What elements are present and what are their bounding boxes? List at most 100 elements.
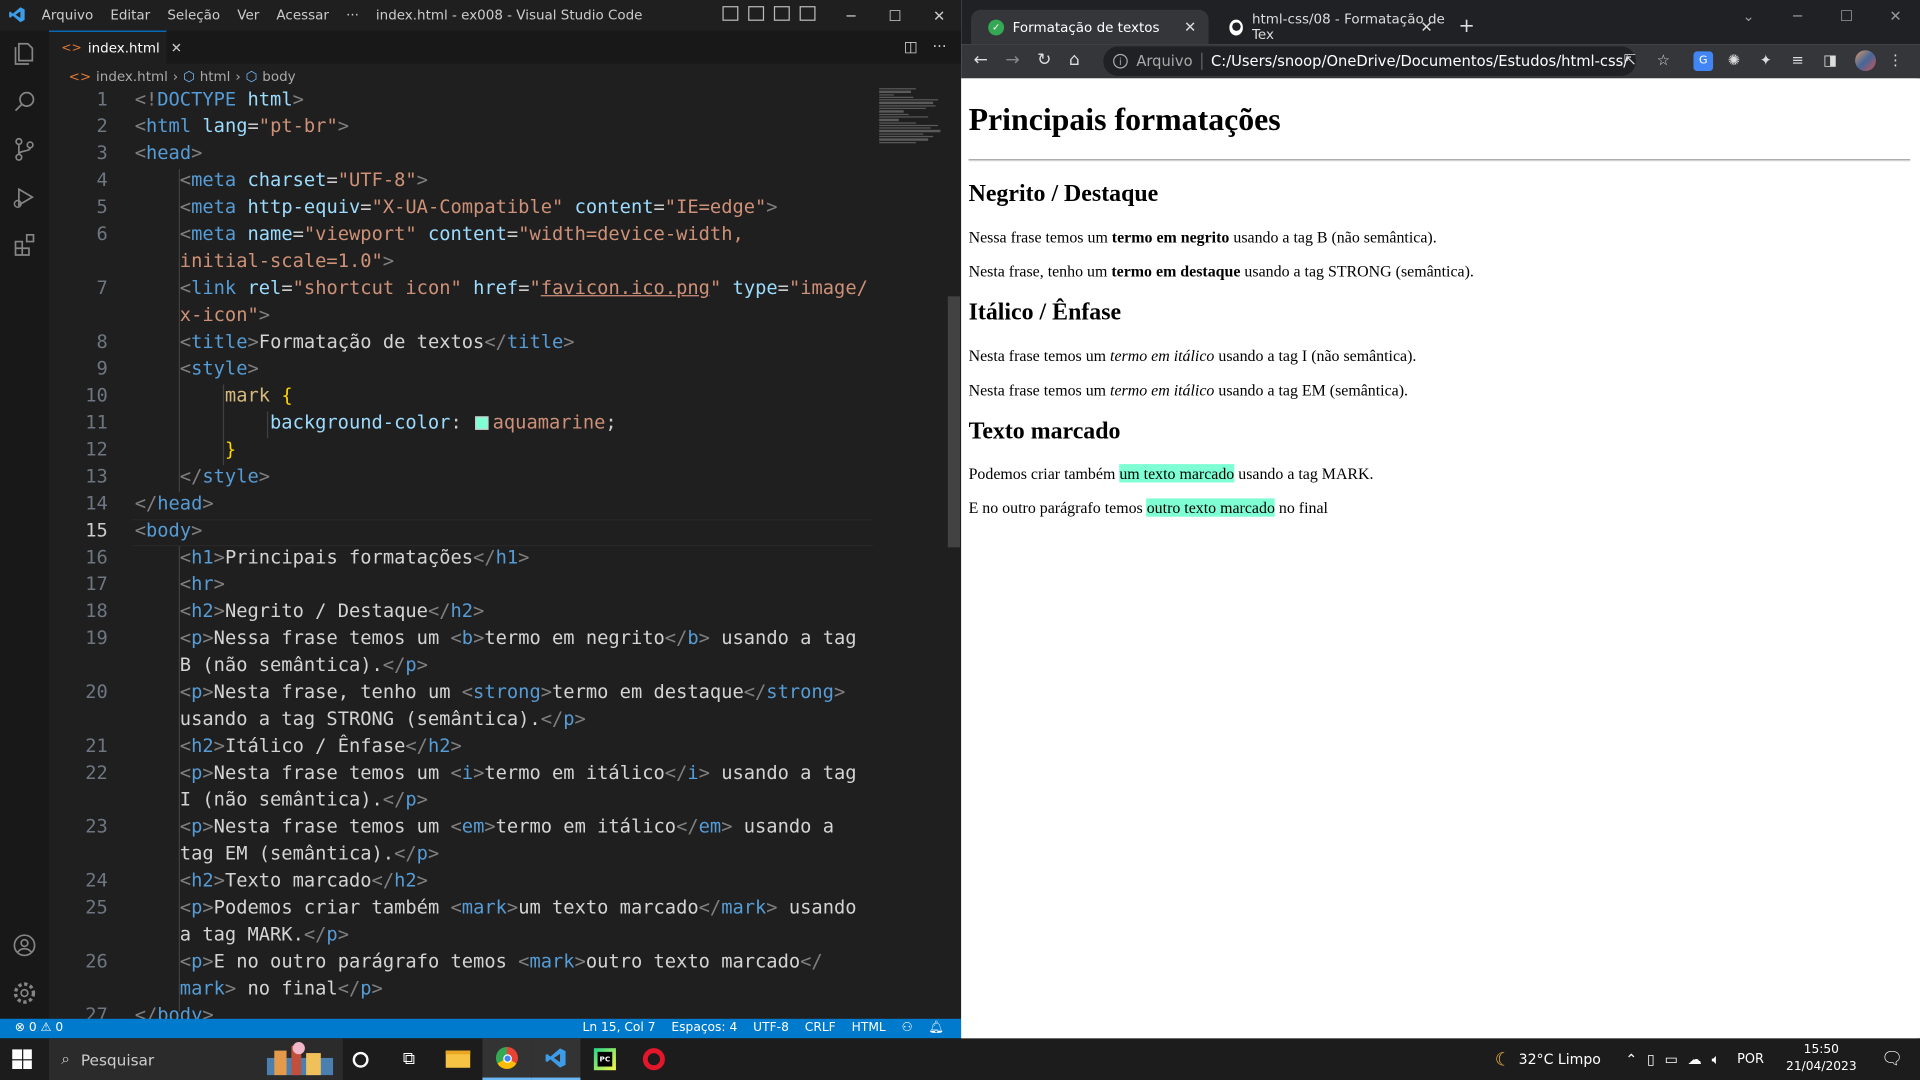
breadcrumb-file[interactable]: index.html [96,68,168,84]
customize-layout-icon[interactable] [799,6,816,21]
windows-start-icon[interactable] [12,1049,32,1069]
gear-icon[interactable] [11,980,38,1007]
browser-tab-active[interactable]: ✓ Formatação de textos ✕ [971,9,1209,45]
close-tab-icon[interactable]: ✕ [1420,18,1432,35]
address-url[interactable]: C:/Users/snoop/OneDrive/Documentos/Estud… [1211,53,1627,70]
extensions-puzzle-icon[interactable]: ✦ [1760,51,1772,68]
search-icon[interactable] [11,88,38,115]
split-editor-icon[interactable]: ◫ [904,38,918,55]
code-line: <html lang="pt-br"> [134,115,350,138]
line-number: 23 [85,815,108,838]
share-icon[interactable]: ⇱ [1624,51,1636,68]
menu-ver[interactable]: Ver [237,7,259,23]
code-editor[interactable]: 1 2 3 4 5 6 7 8 9 10 11 12 13 14 15 16 17 18 19 20 21 22 23 24 2… [48,88,962,1026]
menu-acessar[interactable]: Acessar [276,7,329,23]
close-button[interactable]: ✕ [917,0,961,31]
code-line: <p>Nesta frase, tenho um <strong>termo e… [179,680,846,703]
bell-icon[interactable]: 🔔︎ [929,1021,945,1034]
line-number: 10 [85,384,108,407]
weather-text[interactable]: 32°C Limpo [1519,1051,1601,1068]
tab-index-html[interactable]: <> index.html ✕ [48,30,182,64]
extensions-icon[interactable] [11,231,38,258]
vscode-menubar: Arquivo Editar Seleção Ver Acessar ··· [42,7,359,23]
activity-bar [0,30,49,1019]
paragraph-bold: Nessa frase temos um termo em negrito us… [969,228,1437,248]
new-tab-icon[interactable]: + [1458,13,1474,36]
forward-icon[interactable]: → [1005,50,1019,70]
menu-kebab-icon[interactable]: ⋮ [1888,51,1903,68]
menu-selecao[interactable]: Seleção [167,7,220,23]
clock[interactable]: 15:50 21/04/2023 [1786,1042,1857,1076]
minimize-button[interactable]: ─ [829,0,873,31]
notification-icon[interactable]: 🗨︎ [1881,1049,1903,1069]
scrollbar-thumb[interactable] [947,296,961,548]
cursor-position[interactable]: Ln 15, Col 7 [583,1021,656,1034]
indentation[interactable]: Espaços: 4 [671,1021,737,1034]
line-number: 3 [96,142,108,165]
onedrive-cloud-icon[interactable]: ☁ [1688,1051,1702,1068]
usb-icon[interactable]: ▯ [1647,1051,1655,1068]
editor-scrollbar[interactable] [947,88,962,1019]
maximize-button[interactable]: ☐ [873,0,917,31]
feedback-icon[interactable]: ⚇ [902,1021,913,1034]
code-line: </style> [179,465,271,488]
end-of-line[interactable]: CRLF [805,1021,836,1034]
encoding[interactable]: UTF-8 [753,1021,789,1034]
line-number: 2 [96,115,108,138]
color-swatch-icon[interactable] [475,416,489,430]
search-highlight-image[interactable] [260,1038,341,1080]
text: usando a tag EM (semântica). [1214,380,1409,400]
more-actions-icon[interactable]: ··· [933,38,947,55]
city-illustration-icon [266,1042,334,1076]
run-debug-icon[interactable] [11,184,38,211]
info-icon[interactable]: i [1113,53,1128,69]
settings-extension-icon[interactable]: ✺ [1728,51,1740,68]
close-tab-icon[interactable]: ✕ [1184,18,1196,35]
browser-tab[interactable]: ● html-css/08 - Formatação de Tex ✕ [1212,10,1445,44]
breadcrumb-html[interactable]: html [200,68,231,84]
reading-list-icon[interactable]: ≡ [1791,51,1803,68]
tab-search-icon[interactable]: ⌄ [1724,0,1773,31]
back-icon[interactable]: ← [973,50,987,70]
explorer-icon[interactable] [11,40,38,67]
file-explorer-icon[interactable] [433,1038,482,1080]
reload-icon[interactable]: ↻ [1037,50,1051,70]
chrome-icon[interactable] [482,1038,532,1080]
network-icon[interactable]: ▭ [1665,1051,1678,1068]
side-panel-icon[interactable]: ◨ [1823,51,1837,68]
problems-indicator[interactable]: ⊗ 0 ⚠ 0 [15,1021,64,1034]
language-mode[interactable]: HTML [852,1021,886,1034]
menu-editar[interactable]: Editar [110,7,150,23]
minimap[interactable] [879,88,945,161]
opera-icon[interactable] [629,1038,678,1080]
task-view-icon[interactable]: ⧉ [384,1038,433,1080]
chevron-up-icon[interactable]: ⌃ [1625,1051,1637,1068]
close-tab-icon[interactable]: ✕ [171,40,182,56]
language-indicator[interactable]: POR [1737,1052,1764,1067]
close-button[interactable]: ✕ [1871,0,1920,31]
pycharm-icon[interactable]: PC [580,1038,629,1080]
address-bar[interactable]: i Arquivo C:/Users/snoop/OneDrive/Docume… [1103,46,1636,76]
profile-avatar[interactable] [1855,50,1876,72]
section-heading-italic: Itálico / Ênfase [968,300,1122,326]
menu-more[interactable]: ··· [346,7,359,23]
toggle-secondary-sidebar-icon[interactable] [773,6,790,21]
minimize-button[interactable]: ─ [1773,0,1822,31]
account-icon[interactable] [11,932,38,959]
volume-icon[interactable]: 🔈︎ [1712,1050,1720,1068]
bookmark-star-icon[interactable]: ☆ [1657,51,1670,68]
toggle-sidebar-icon[interactable] [722,6,739,21]
current-line-highlight [132,519,874,547]
maximize-button[interactable]: ☐ [1822,0,1871,31]
toggle-panel-icon[interactable] [748,6,765,21]
browser-window: ✓ Formatação de textos ✕ ● html-css/08 -… [961,0,1920,1039]
cortana-icon[interactable] [336,1038,385,1080]
translate-extension-icon[interactable]: G [1693,51,1714,72]
line-number: 5 [96,195,108,218]
breadcrumb-body[interactable]: body [262,68,295,84]
home-icon[interactable]: ⌂ [1069,50,1080,70]
vscode-taskbar-icon[interactable] [531,1038,581,1080]
source-control-icon[interactable] [11,136,38,163]
code-line: <title>Formatação de textos</title> [179,330,575,353]
menu-arquivo[interactable]: Arquivo [42,7,94,23]
